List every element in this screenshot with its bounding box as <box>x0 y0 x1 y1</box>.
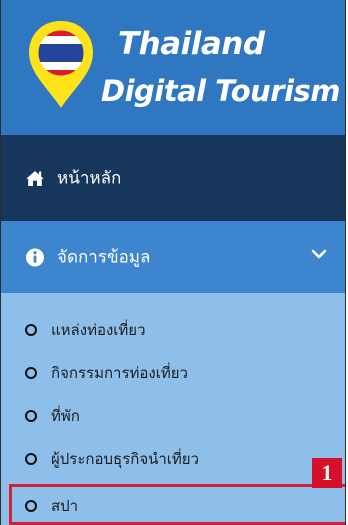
sidebar-item-label-manage-data: จัดการข้อมูล <box>57 247 151 268</box>
submenu-item-tourist-attractions[interactable]: แหล่งท่องเที่ยว <box>25 318 146 342</box>
submenu-item-label-spa: สปา <box>51 497 79 515</box>
submenu-item-travel-activities[interactable]: กิจกรรมการท่องเที่ยว <box>25 361 188 385</box>
sidebar-item-label-home: หน้าหลัก <box>57 168 122 189</box>
brand-title-line2: Digital Tourism <box>101 74 341 108</box>
thailand-flag-pin-icon <box>28 20 94 108</box>
circle-icon <box>25 324 37 336</box>
circle-icon <box>25 500 37 512</box>
circle-icon <box>25 453 37 465</box>
home-icon <box>26 170 44 186</box>
submenu-item-label-travel-activities: กิจกรรมการท่องเที่ยว <box>51 364 188 382</box>
sidebar-brand[interactable]: Thailand Digital Tourism <box>1 0 345 135</box>
annotation-badge: 1 <box>312 458 342 488</box>
circle-icon <box>25 367 37 379</box>
circle-icon <box>25 410 37 422</box>
brand-title-line1: Thailand <box>118 26 265 62</box>
submenu-item-tour-operators[interactable]: ผู้ประกอบธุรกิจนำเที่ยว <box>25 447 199 471</box>
submenu-item-accommodation[interactable]: ที่พัก <box>25 404 80 428</box>
submenu-item-spa[interactable]: สปา <box>25 494 78 518</box>
sidebar-item-manage-data[interactable]: จัดการข้อมูล <box>1 221 345 293</box>
submenu-item-label-accommodation: ที่พัก <box>51 407 80 425</box>
info-icon <box>26 248 44 266</box>
sidebar-item-home[interactable]: หน้าหลัก <box>1 135 345 221</box>
sidebar-frame: Thailand Digital Tourism หน้าหลัก จัดการ… <box>0 0 346 525</box>
submenu-item-label-tour-operators: ผู้ประกอบธุรกิจนำเที่ยว <box>51 450 200 468</box>
submenu-item-label-tourist-attractions: แหล่งท่องเที่ยว <box>51 321 146 339</box>
chevron-down-icon[interactable] <box>310 245 328 263</box>
